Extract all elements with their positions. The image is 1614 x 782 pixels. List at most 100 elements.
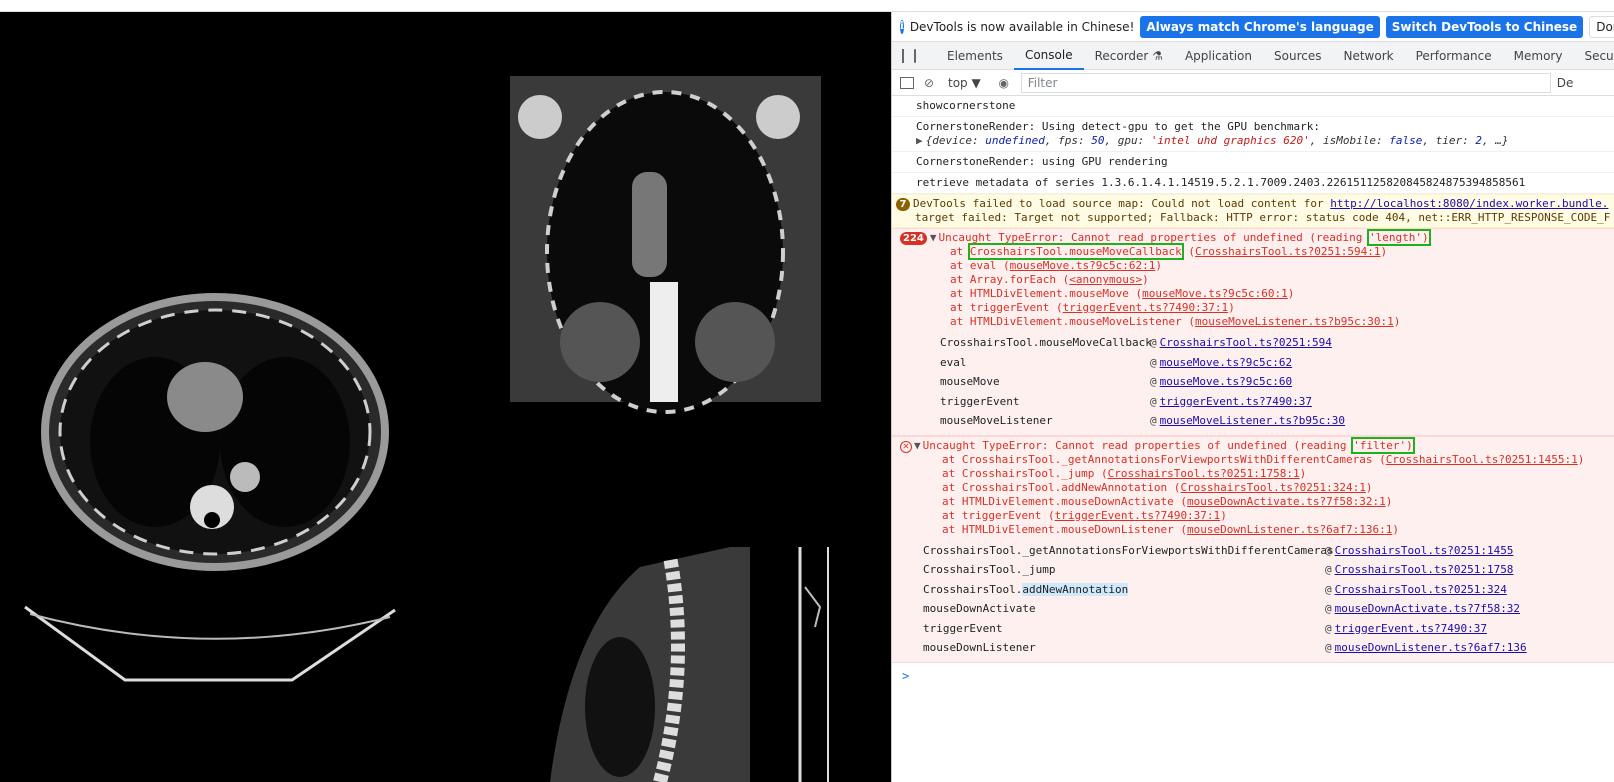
- console-log: CornerstoneRender: using GPU rendering: [892, 152, 1614, 173]
- default-levels-dropdown[interactable]: De: [1557, 76, 1574, 90]
- tab-network[interactable]: Network: [1332, 42, 1404, 70]
- frame-link[interactable]: CrosshairsTool.ts?0251:1455:1: [1386, 453, 1578, 466]
- stack-frame: at CrosshairsTool._getAnnotationsForView…: [942, 452, 1585, 466]
- tab-memory[interactable]: Memory: [1503, 42, 1574, 70]
- tab-sources[interactable]: Sources: [1263, 42, 1332, 70]
- stack-frame: at CrosshairsTool._jump (CrosshairsTool.…: [942, 466, 1307, 480]
- clear-console-icon[interactable]: ⊘: [922, 76, 936, 90]
- tab-elements[interactable]: Elements: [936, 42, 1014, 70]
- frame-link[interactable]: triggerEvent.ts?7490:37:1: [1055, 509, 1221, 522]
- trace-link[interactable]: CrosshairsTool.ts?0251:324: [1335, 580, 1507, 600]
- stack-trace-row: mouseMoveListener @ mouseMoveListener.ts?b…: [940, 411, 1614, 431]
- trace-link[interactable]: mouseDownListener.ts?6af7:136: [1335, 638, 1527, 658]
- switch-chinese-button[interactable]: Switch DevTools to Chinese: [1385, 15, 1584, 38]
- inspect-element-icon[interactable]: [902, 48, 904, 63]
- console-messages: showcornerstone CornerstoneRender: Using…: [892, 96, 1614, 683]
- warning-text-2: target failed: Target not supported; Fal…: [915, 211, 1611, 224]
- frame-link[interactable]: CrosshairsTool.ts?0251:324:1: [1180, 481, 1365, 494]
- error-highlight: 'length'): [1366, 229, 1431, 246]
- dont-show-again-button[interactable]: Don't show again: [1589, 15, 1614, 38]
- error-header[interactable]: ✕ ▼ Uncaught TypeError: Cannot read proper…: [892, 436, 1614, 454]
- tab-console[interactable]: Console: [1013, 42, 1084, 70]
- frame-function: CrosshairsTool._jump: [961, 466, 1095, 480]
- trace-at-sign: @: [1325, 621, 1332, 635]
- trace-at-sign: @: [1150, 336, 1157, 349]
- trace-at-sign: @: [1325, 602, 1332, 615]
- error-stack-trace: CrosshairsTool._getAnnotationsForViewpor…: [892, 537, 1614, 662]
- cornerstone-viewer[interactable]: [0, 12, 891, 782]
- stack-trace-row: triggerEvent @ triggerEvent.ts?7490:37: [940, 392, 1614, 412]
- obj-fps: 50: [1091, 134, 1105, 147]
- frame-link[interactable]: triggerEvent.ts?7490:37:1: [1063, 301, 1229, 314]
- filter-input[interactable]: Filter: [1020, 72, 1551, 93]
- console-log: CornerstoneRender: Using detect-gpu to g…: [892, 117, 1614, 152]
- match-language-button[interactable]: Always match Chrome's language: [1140, 15, 1380, 38]
- trace-function: eval: [940, 355, 967, 369]
- language-infobar: i DevTools is now available in Chinese! …: [892, 12, 1614, 42]
- trace-link[interactable]: mouseMove.ts?9c5c:62: [1160, 353, 1292, 373]
- frame-link[interactable]: CrosshairsTool.ts?0251:1758:1: [1108, 467, 1300, 480]
- trace-link[interactable]: CrosshairsTool.ts?0251:1758: [1335, 560, 1514, 580]
- expand-triangle-icon[interactable]: ▶: [916, 134, 923, 147]
- frame-function: CrosshairsTool.mouseMoveCallback: [967, 243, 1184, 260]
- error-header[interactable]: 224 ▼ Uncaught TypeError: Cannot read prop…: [892, 229, 1614, 246]
- context-selector[interactable]: top ▼: [948, 76, 981, 90]
- stack-frame: at Array.forEach (<anonymous>): [950, 273, 1149, 286]
- sidebar-toggle-icon[interactable]: [900, 76, 914, 90]
- stack-trace-row: CrosshairsTool.addNewAnnotation @ Crosshai…: [923, 580, 1614, 600]
- stack-frame: at HTMLDivElement.mouseDownListener (mou…: [942, 522, 1399, 536]
- obj-device: undefined: [985, 134, 1045, 147]
- object-preview[interactable]: ▶ {device: undefined, fps: 50, gpu: 'inte…: [916, 134, 1614, 148]
- warning-link[interactable]: http://localhost:8080/index.worker.bundl…: [1330, 197, 1608, 210]
- frame-link[interactable]: mouseMove.ts?9c5c:60:1: [1142, 287, 1288, 300]
- console-error-2: ✕ ▼ Uncaught TypeError: Cannot read proper…: [892, 435, 1614, 663]
- trace-link[interactable]: CrosshairsTool.ts?0251:1455: [1335, 541, 1514, 561]
- console-prompt[interactable]: >: [892, 663, 1614, 683]
- obj-rest: …}: [1495, 134, 1509, 147]
- viewport-sagittal[interactable]: [510, 547, 891, 782]
- devtools-tabbar: Elements Console Recorder ⚗ Application …: [892, 42, 1614, 70]
- frame-link[interactable]: mouseDownActivate.ts?7f58:32:1: [1187, 495, 1386, 508]
- trace-at-sign: @: [1325, 563, 1332, 576]
- tab-performance[interactable]: Performance: [1405, 42, 1503, 70]
- trace-link[interactable]: mouseMoveListener.ts?b95c:30: [1160, 411, 1345, 431]
- trace-link[interactable]: CrosshairsTool.ts?0251:594: [1160, 333, 1332, 353]
- tab-recorder-label: Recorder: [1094, 48, 1149, 63]
- infobar-message: DevTools is now available in Chinese!: [909, 19, 1135, 34]
- trace-link[interactable]: triggerEvent.ts?7490:37: [1160, 392, 1312, 412]
- trace-link[interactable]: mouseDownActivate.ts?7f58:32: [1335, 599, 1520, 619]
- frame-link[interactable]: mouseMoveListener.ts?b95c:30:1: [1195, 315, 1394, 328]
- tab-application[interactable]: Application: [1174, 42, 1263, 70]
- collapse-triangle-icon[interactable]: ▼: [914, 439, 921, 452]
- console-warning: 7 DevTools failed to load source map: Cou…: [892, 194, 1614, 228]
- devtools-panel: i DevTools is now available in Chinese! …: [891, 12, 1614, 782]
- trace-at-sign: @: [1150, 355, 1157, 369]
- collapse-triangle-icon[interactable]: ▼: [930, 231, 937, 244]
- console-log: showcornerstone: [892, 96, 1614, 117]
- tab-security[interactable]: Securit: [1573, 42, 1614, 70]
- stack-frame: at CrosshairsTool.addNewAnnotation (Cros…: [942, 480, 1373, 494]
- trace-link[interactable]: triggerEvent.ts?7490:37: [1335, 619, 1487, 639]
- viewport-coronal[interactable]: [510, 12, 891, 442]
- live-expression-eye-icon[interactable]: ◉: [997, 76, 1011, 90]
- error-frames: at CrosshairsTool._getAnnotationsForView…: [892, 453, 1614, 537]
- trace-link[interactable]: mouseMove.ts?9c5c:60: [1160, 372, 1292, 392]
- trace-at-sign: @: [1150, 394, 1157, 408]
- stack-frame: at HTMLDivElement.mouseMoveListener (mou…: [950, 315, 1401, 328]
- stack-trace-row: eval @ mouseMove.ts?9c5c:62: [940, 353, 1614, 373]
- viewport-axial[interactable]: [0, 12, 510, 782]
- tab-recorder[interactable]: Recorder ⚗: [1084, 42, 1174, 70]
- frame-link[interactable]: mouseDownListener.ts?6af7:136:1: [1187, 523, 1392, 536]
- frame-link[interactable]: CrosshairsTool.ts?0251:594:1: [1195, 245, 1380, 258]
- device-toolbar-icon[interactable]: [914, 48, 916, 63]
- warning-count-badge: 7: [896, 198, 910, 211]
- trace-at-sign: @: [1325, 641, 1332, 654]
- frame-link: <anonymous>: [1069, 273, 1143, 286]
- frame-link[interactable]: mouseMove.ts?9c5c:62:1: [1010, 259, 1156, 272]
- trace-at-sign: @: [1150, 414, 1157, 427]
- trace-function: mouseDownActivate: [923, 602, 1036, 615]
- stack-trace-row: mouseMove @ mouseMove.ts?9c5c:60: [940, 372, 1614, 392]
- frame-function: eval: [969, 259, 997, 272]
- error-highlight: 'filter'): [1351, 436, 1415, 454]
- trace-function: CrosshairsTool.mouseMoveCallback: [940, 336, 1152, 349]
